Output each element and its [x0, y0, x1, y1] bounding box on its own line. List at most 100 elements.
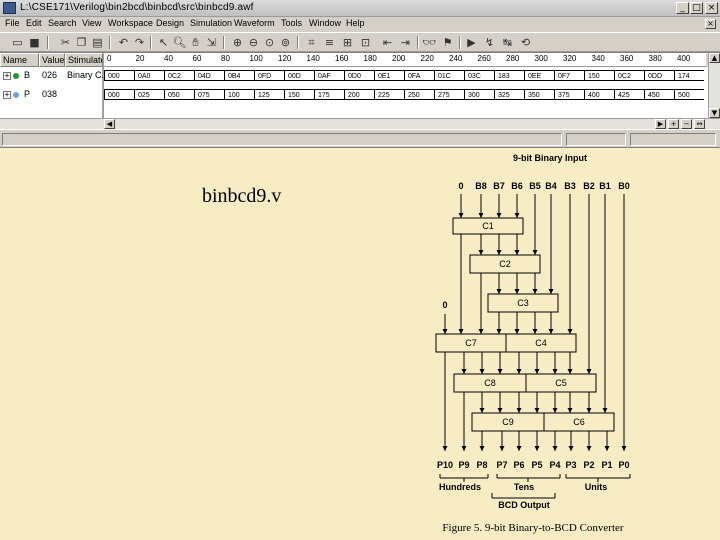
waveform-value: 0FA	[404, 70, 434, 81]
paste-icon[interactable]: ▤	[90, 35, 105, 50]
waveform-value: 075	[194, 89, 224, 100]
input-label: B6	[511, 181, 523, 191]
copy-icon[interactable]: ❐	[74, 35, 89, 50]
input-label: B7	[493, 181, 505, 191]
waveform-value: 0DD	[644, 70, 674, 81]
toolbar: ▭ ■ ✂ ❐ ▤ ↶ ↷ ↖ 🔍︎ ✋︎ ⇲ ⊕ ⊖ ⊙ ⊚ ⌗ ≡ ⊞ ⊡ …	[0, 32, 720, 52]
time-tick-label: 80	[221, 54, 230, 63]
column-header-name[interactable]: Name	[0, 53, 39, 67]
open-icon[interactable]: ▭	[10, 35, 25, 50]
waveform-value: 025	[134, 89, 164, 100]
waveform-value: 200	[344, 89, 374, 100]
menu-window[interactable]: Window	[309, 18, 341, 28]
waveform-value: 150	[584, 70, 614, 81]
time-tick-label: 400	[677, 54, 691, 63]
zoom-out-icon[interactable]: ⊖	[246, 35, 261, 50]
pan-icon[interactable]: ✋︎	[188, 35, 203, 50]
zoom-in-small-button[interactable]: +	[668, 119, 679, 129]
waveform-value: 0F7	[554, 70, 584, 81]
output-label: P2	[583, 460, 594, 470]
time-tick-label: 60	[192, 54, 202, 63]
menu-help[interactable]: Help	[346, 18, 365, 28]
cell-label: C9	[502, 417, 514, 427]
undo-icon[interactable]: ↶	[116, 35, 131, 50]
time-tick-label: 180	[363, 54, 377, 63]
add-signal-icon[interactable]: ⊞	[340, 35, 355, 50]
waveform-value: 01C	[434, 70, 464, 81]
close-button[interactable]: ×	[705, 2, 718, 14]
menu-file[interactable]: File	[5, 18, 20, 28]
expand-icon[interactable]: +	[3, 72, 11, 80]
toolbar-separator	[47, 36, 49, 49]
cursor-next-icon[interactable]: ⇥	[398, 35, 413, 50]
waveform-value: 0D0	[344, 70, 374, 81]
signal-output-icon	[13, 92, 19, 98]
maximize-button[interactable]: □	[690, 2, 703, 14]
horizontal-scrollbar[interactable]: ◀ ▶ + − ↔	[0, 118, 720, 129]
input-label: B1	[599, 181, 611, 191]
signal-stimulator[interactable]: Binary C...	[67, 70, 103, 80]
cell-label: C6	[573, 417, 585, 427]
find-icon[interactable]: 👓︎	[422, 35, 437, 50]
zoom-fit-small-button[interactable]: ↔	[694, 119, 705, 129]
vertical-scrollbar[interactable]: ▲ ▼	[708, 53, 720, 119]
zero-label: 0	[442, 300, 447, 310]
waveform-panel[interactable]: 0 20 40 60 80 100 120 140 160 180 200 220 240 260 280 3…	[104, 53, 720, 119]
scroll-left-button[interactable]: ◀	[104, 119, 115, 129]
zoom-full-icon[interactable]: ⊚	[278, 35, 293, 50]
signal-icon[interactable]: ≡	[322, 35, 337, 50]
waveform-value: 174	[674, 70, 704, 81]
step-icon[interactable]: ↯	[482, 35, 497, 50]
cut-icon[interactable]: ✂	[58, 35, 73, 50]
column-header-value[interactable]: Value	[39, 53, 65, 67]
redo-icon[interactable]: ↷	[132, 35, 147, 50]
menu-waveform[interactable]: Waveform	[234, 18, 275, 28]
menu-tools[interactable]: Tools	[281, 18, 302, 28]
waveform-value: 175	[314, 89, 344, 100]
time-tick-label: 0	[107, 54, 112, 63]
time-tick-label: 120	[278, 54, 292, 63]
run-icon[interactable]: ▶	[464, 35, 479, 50]
menu-workspace[interactable]: Workspace	[108, 18, 153, 28]
select-icon[interactable]: ↖	[156, 35, 171, 50]
zoom-out-small-button[interactable]: −	[681, 119, 692, 129]
waveform-value: 0E1	[374, 70, 404, 81]
output-label: P5	[531, 460, 542, 470]
restart-icon[interactable]: ⟲	[518, 35, 533, 50]
time-tick-label: 160	[335, 54, 349, 63]
bus-icon[interactable]: ⌗	[304, 35, 319, 50]
cursor-prev-icon[interactable]: ⇤	[380, 35, 395, 50]
menu-design[interactable]: Design	[156, 18, 184, 28]
time-tick-label: 340	[591, 54, 605, 63]
scroll-down-button[interactable]: ▼	[709, 108, 720, 118]
time-tick-label: 320	[563, 54, 577, 63]
toolbar-separator	[459, 36, 461, 49]
stop-icon[interactable]: ↹	[500, 35, 515, 50]
minimize-button[interactable]: _	[676, 2, 689, 14]
input-label: 0	[458, 181, 463, 191]
zoom-in-icon[interactable]: ⊕	[230, 35, 245, 50]
save-icon[interactable]: ■	[27, 35, 42, 50]
zoom-range-icon[interactable]: ⇲	[204, 35, 219, 50]
menu-search[interactable]: Search	[48, 18, 77, 28]
cell-label: C2	[499, 259, 511, 269]
edit-signal-icon[interactable]: ⊡	[358, 35, 373, 50]
scroll-up-button[interactable]: ▲	[709, 53, 720, 63]
marker-icon[interactable]: ⚑	[440, 35, 455, 50]
title-bar: L:\CSE171\Verilog\bin2bcd\binbcd\src\bin…	[0, 0, 720, 17]
menu-edit[interactable]: Edit	[26, 18, 42, 28]
document-close-button[interactable]: ×	[705, 19, 716, 29]
time-ruler[interactable]: 0 20 40 60 80 100 120 140 160 180 200 220 240 260 280 3…	[104, 53, 707, 67]
column-header-stimulator[interactable]: Stimulator	[65, 53, 103, 67]
time-tick-label: 200	[392, 54, 406, 63]
expand-icon[interactable]: +	[3, 91, 11, 99]
zoom-fit-icon[interactable]: ⊙	[262, 35, 277, 50]
group-label: Hundreds	[439, 482, 481, 492]
scroll-right-button[interactable]: ▶	[655, 119, 666, 129]
zoom-icon[interactable]: 🔍︎	[172, 35, 187, 50]
input-label: B3	[564, 181, 576, 191]
signal-value: 026	[42, 70, 58, 80]
waveform-value: 050	[164, 89, 194, 100]
menu-simulation[interactable]: Simulation	[190, 18, 232, 28]
menu-view[interactable]: View	[82, 18, 101, 28]
